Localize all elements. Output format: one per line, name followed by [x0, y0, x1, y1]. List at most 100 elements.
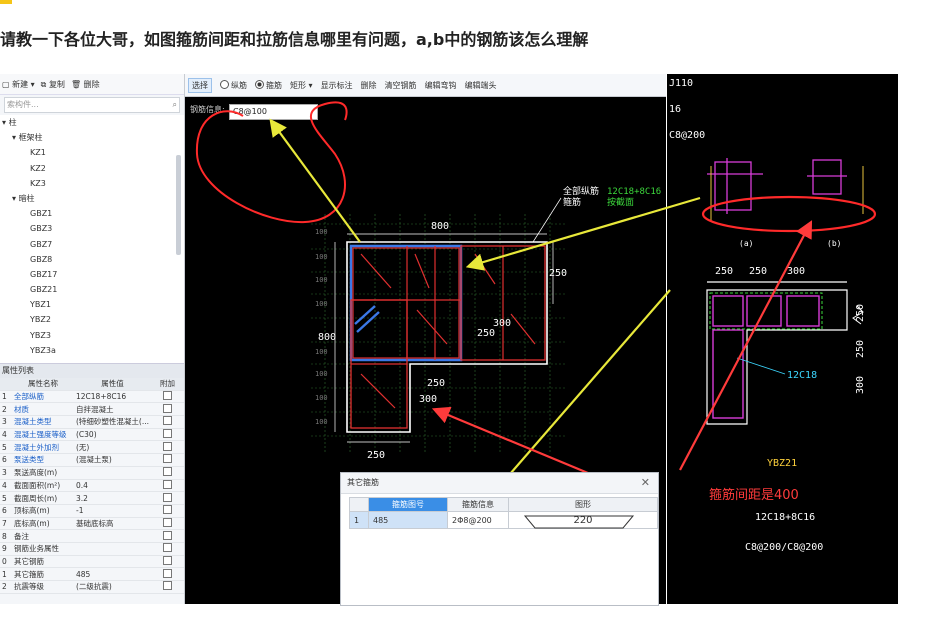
prop-extra-checkbox[interactable]: [151, 529, 184, 543]
prop-value[interactable]: 3.2: [74, 491, 152, 505]
dim-250-right: 250: [549, 268, 567, 279]
prop-row[interactable]: 5 混凝土外加剂 (无): [0, 440, 184, 455]
tree-node[interactable]: ▾ 暗柱: [0, 191, 184, 206]
prop-value[interactable]: (C30): [74, 428, 152, 442]
prop-row[interactable]: 6 泵送类型 (混凝土泵): [0, 453, 184, 467]
prop-row[interactable]: 3 混凝土类型 (特细砂塑性混凝土(...: [0, 415, 184, 429]
prop-name: 混凝土类型: [12, 415, 74, 429]
tree-scrollbar[interactable]: [176, 155, 181, 255]
prop-extra-checkbox[interactable]: [151, 479, 184, 493]
row-info[interactable]: 2Φ8@200: [447, 511, 509, 529]
close-icon[interactable]: ✕: [641, 473, 650, 493]
prop-value[interactable]: 12C18+8C16: [74, 390, 152, 404]
prop-extra-checkbox[interactable]: [151, 453, 184, 467]
copy-button[interactable]: ⧉ 复制: [41, 79, 65, 90]
prop-extra-checkbox[interactable]: [151, 567, 184, 581]
tree-node[interactable]: ▾ 柱: [0, 115, 184, 130]
tree-leaf[interactable]: GBZ21: [0, 282, 184, 297]
ref-name: YBZ21: [767, 458, 797, 469]
tree-node[interactable]: ▾ 框架柱: [0, 130, 184, 145]
prop-value[interactable]: 485: [74, 567, 152, 581]
tree-leaf[interactable]: YBZ3: [0, 328, 184, 343]
prop-row[interactable]: 3 泵送高度(m): [0, 466, 184, 480]
prop-name: 材质: [12, 402, 74, 417]
prop-extra-checkbox[interactable]: [151, 580, 184, 594]
prop-value[interactable]: [74, 466, 152, 480]
prop-extra-checkbox[interactable]: [151, 542, 184, 556]
row-no[interactable]: 485: [368, 511, 448, 529]
component-panel: ▢ 新建 ▾ ⧉ 复制 🗑 删除 索构件... ⌕ ▾ 柱 ▾ 框架柱 KZ1 …: [0, 74, 185, 604]
new-button[interactable]: ▢ 新建 ▾: [2, 79, 35, 90]
prop-extra-checkbox[interactable]: [151, 555, 184, 569]
prop-value[interactable]: -1: [74, 504, 152, 518]
prop-value[interactable]: [74, 542, 152, 556]
prop-name: 泵送类型: [12, 453, 74, 467]
grid-label: 100: [315, 418, 328, 426]
tree-leaf[interactable]: KZ1: [0, 145, 184, 160]
ref-text-3: C8@200: [669, 130, 705, 141]
tree-leaf[interactable]: GBZ17: [0, 267, 184, 282]
ref-text-1: J110: [669, 78, 693, 89]
ref-dim-3: 300: [787, 266, 805, 277]
row-shape[interactable]: 220: [508, 511, 658, 529]
prop-extra-checkbox[interactable]: [151, 517, 184, 531]
prop-row[interactable]: 2 抗震等级 (二级抗震): [0, 580, 184, 594]
prop-row[interactable]: 1 其它箍筋 485: [0, 567, 184, 581]
prop-index: 7: [0, 517, 12, 531]
dim-250-l: 250: [427, 378, 445, 389]
prop-extra-checkbox[interactable]: [151, 440, 184, 455]
ref-long: 12C18+8C16: [755, 512, 815, 523]
props-header-name: 属性名称: [12, 378, 74, 391]
prop-row[interactable]: 2 材质 自拌混凝土: [0, 402, 184, 417]
prop-row[interactable]: 1 全部纵筋 12C18+8C16: [0, 390, 184, 404]
prop-value[interactable]: (特细砂塑性混凝土(...: [74, 415, 152, 429]
search-input[interactable]: 索构件... ⌕: [4, 97, 180, 113]
props-header-value: 属性值: [74, 378, 152, 391]
prop-extra-checkbox[interactable]: [151, 402, 184, 417]
header-shape: 图形: [508, 497, 658, 512]
prop-row[interactable]: 8 备注: [0, 529, 184, 543]
tree-leaf[interactable]: YBZ3a: [0, 343, 184, 358]
prop-extra-checkbox[interactable]: [151, 390, 184, 404]
prop-index: 2: [0, 580, 12, 594]
prop-index: 8: [0, 529, 12, 543]
prop-value[interactable]: 自拌混凝土: [74, 402, 152, 417]
prop-row[interactable]: 0 其它钢筋: [0, 555, 184, 569]
ref-label-b: (b): [827, 239, 841, 248]
prop-value[interactable]: (二级抗震): [74, 580, 152, 594]
prop-value[interactable]: 基础底标高: [74, 517, 152, 531]
tree-leaf[interactable]: GBZ7: [0, 237, 184, 252]
prop-row[interactable]: 6 顶标高(m) -1: [0, 504, 184, 518]
column-outline: [346, 241, 548, 433]
tree-leaf[interactable]: KZ2: [0, 161, 184, 176]
table-row[interactable]: 1 485 2Φ8@200 220: [349, 511, 658, 529]
dim-300-b: 300: [419, 394, 437, 405]
prop-extra-checkbox[interactable]: [151, 415, 184, 429]
prop-extra-checkbox[interactable]: [151, 466, 184, 480]
prop-row[interactable]: 4 截面面积(m²) 0.4: [0, 479, 184, 493]
ref-dim-6: 300: [855, 376, 866, 394]
ref-label-a: (a): [739, 239, 753, 248]
prop-value[interactable]: [74, 529, 152, 543]
tree-leaf[interactable]: GBZ8: [0, 252, 184, 267]
prop-extra-checkbox[interactable]: [151, 491, 184, 505]
prop-extra-checkbox[interactable]: [151, 428, 184, 442]
prop-value[interactable]: 0.4: [74, 479, 152, 493]
tree-leaf[interactable]: GBZ3: [0, 221, 184, 236]
tree-leaf[interactable]: GBZ1: [0, 206, 184, 221]
prop-extra-checkbox[interactable]: [151, 504, 184, 518]
prop-value[interactable]: [74, 555, 152, 569]
tree-leaf[interactable]: YBZ2: [0, 312, 184, 327]
prop-row[interactable]: 9 钢筋业务属性: [0, 542, 184, 556]
tree-leaf[interactable]: KZ3: [0, 176, 184, 191]
tree-leaf[interactable]: YBZ1: [0, 297, 184, 312]
prop-row[interactable]: 5 截面周长(m) 3.2: [0, 491, 184, 505]
prop-value[interactable]: (混凝土泵): [74, 453, 152, 467]
prop-value[interactable]: (无): [74, 440, 152, 455]
delete-button[interactable]: 🗑 删除: [71, 79, 100, 90]
grid-label: 100: [315, 253, 328, 261]
dim-250-bottom: 250: [367, 450, 385, 461]
prop-row[interactable]: 7 底标高(m) 基础底标高: [0, 517, 184, 531]
prop-index: 1: [0, 390, 12, 404]
prop-row[interactable]: 4 混凝土强度等级 (C30): [0, 428, 184, 442]
